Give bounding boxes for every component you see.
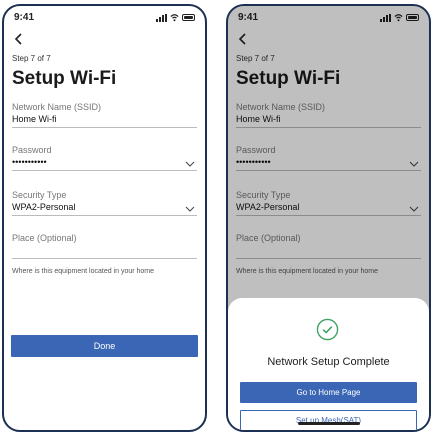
wifi-icon [170,14,179,22]
done-button[interactable]: Done [11,335,198,357]
password-value[interactable]: ••••••••••• [12,157,197,168]
ssid-value[interactable]: Home Wi-fi [12,114,197,125]
place-input[interactable] [12,245,197,256]
chevron-down-icon[interactable] [185,206,195,212]
field-underline [12,215,197,216]
home-indicator [298,422,360,425]
back-arrow-icon[interactable] [12,32,26,46]
phone-frame-setup: 9:41 Step 7 of 7 Setup Wi-Fi Network Nam… [2,4,207,432]
battery-icon [182,14,195,21]
chevron-down-icon[interactable] [185,161,195,167]
status-time: 9:41 [14,12,35,23]
phone-frame-complete: 9:41 Step 7 of 7 Setup Wi-Fi Network Nam… [226,4,431,432]
password-field[interactable]: Password ••••••••••• [12,145,197,171]
place-helper-text: Where is this equipment located in your … [12,268,155,275]
place-field[interactable]: Place (Optional) [12,233,197,259]
setup-complete-sheet: Network Setup Complete Go to Home Page S… [228,298,429,430]
ssid-label: Network Name (SSID) [12,102,102,112]
password-label: Password [12,145,52,155]
security-type-label: Security Type [12,190,67,200]
signal-icon [156,13,167,22]
step-indicator: Step 7 of 7 [12,54,51,63]
field-underline [12,258,197,259]
status-bar: 9:41 [14,12,195,26]
place-label: Place (Optional) [12,233,77,243]
field-underline [12,127,197,128]
ssid-field[interactable]: Network Name (SSID) Home Wi-fi [12,102,197,128]
status-icons [156,13,195,22]
field-underline [12,170,197,171]
page-title: Setup Wi-Fi [12,68,117,89]
set-up-mesh-button[interactable]: Set up Mesh(SAT) [240,410,417,430]
setup-complete-message: Network Setup Complete [267,356,390,368]
go-to-home-page-button[interactable]: Go to Home Page [240,382,417,403]
security-type-field[interactable]: Security Type WPA2-Personal [12,190,197,216]
check-circle-icon [316,318,339,341]
security-type-value[interactable]: WPA2-Personal [12,202,197,213]
